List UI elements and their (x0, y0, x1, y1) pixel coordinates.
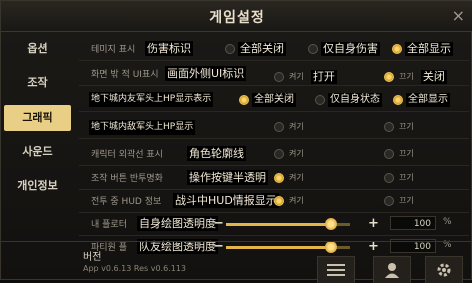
tab-controls[interactable]: 조작 (4, 70, 71, 96)
close-icon[interactable]: × (452, 6, 465, 25)
damage-option-self-only[interactable]: 仅自身伤害 (308, 42, 380, 56)
radio-selected-icon (392, 44, 402, 54)
tab-privacy[interactable]: 개인정보 (4, 173, 71, 199)
self-drawing-increase-button[interactable]: + (368, 216, 379, 231)
offscreen-ui-row: 화면 밖 적 UI표시 画面外侧UI标识 켜기 打开 끄기 关闭 (79, 63, 469, 86)
gear-icon[interactable] (425, 256, 463, 283)
radio-icon (315, 95, 325, 105)
offscreen-ui-label: 화면 밖 적 UI표시 (91, 70, 159, 80)
dungeon-ally-hp-row: 地下城内友军头上HP显示表示 全部关闭 仅自身状态 全部显示 (79, 89, 469, 112)
battle-hud-overlay: 战斗中HUD情报显示 (173, 193, 279, 208)
radio-selected-icon (239, 95, 249, 105)
ally-hp-all-show[interactable]: 全部显示 (393, 93, 450, 107)
damage-option-all-off[interactable]: 全部关闭 (225, 42, 286, 56)
damage-display-row: 테미지 표시 伤害标识 全部关闭 仅自身伤害 全部显示 (79, 38, 469, 61)
battle-hud-on[interactable]: 켜기 (274, 194, 306, 208)
option-label: 打开 (310, 69, 337, 84)
battle-hud-off[interactable]: 끄기 (384, 194, 416, 208)
user-icon[interactable] (373, 256, 411, 283)
offscreen-ui-on[interactable]: 켜기 打开 (274, 67, 337, 86)
radio-selected-icon (274, 173, 284, 183)
option-label: 全部显示 (406, 93, 450, 107)
self-drawing-label: 내 플로터 (91, 220, 127, 230)
outline-off[interactable]: 끄기 (384, 147, 416, 161)
damage-option-all-show[interactable]: 全部显示 (392, 42, 453, 56)
percent-unit: % (443, 217, 452, 227)
option-label: 끄기 (399, 196, 414, 205)
option-sub-label: 끄기 (399, 71, 414, 81)
tab-graphics[interactable]: 그래픽 (4, 105, 71, 131)
radio-icon (384, 122, 394, 132)
button-transparency-row: 조작 버튼 반투명화 操作按键半透明 켜기 끄기 (79, 167, 469, 190)
option-sub-label: 켜기 (289, 71, 304, 81)
version-title: 버전 (83, 252, 102, 263)
ally-hp-self-only[interactable]: 仅自身状态 (315, 93, 382, 107)
dungeon-enemy-hp-overlay: 地下城内敌军头上HP显示 (89, 120, 196, 135)
radio-icon (225, 44, 235, 54)
battle-hud-label: 전투 중 HUD 정보 (91, 197, 162, 207)
list-icon[interactable] (317, 256, 355, 283)
radio-icon (274, 149, 284, 159)
enemy-hp-off[interactable]: 끄기 (384, 120, 416, 134)
self-drawing-slider[interactable] (226, 218, 350, 230)
self-drawing-decrease-button[interactable]: − (213, 216, 224, 231)
dungeon-enemy-hp-row: 地下城内敌军头上HP显示 켜기 끄기 (79, 116, 469, 139)
dungeon-ally-hp-overlay: 地下城内友军头上HP显示表示 (89, 92, 214, 107)
slider-fill (226, 223, 332, 226)
option-label: 끄기 (399, 122, 414, 131)
settings-window: 게임설정 × 옵션 조작 그래픽 사운드 개인정보 테미지 표시 伤害标识 全部… (0, 0, 472, 283)
graphics-settings-panel: 테미지 표시 伤害标识 全部关闭 仅自身伤害 全部显示 화면 밖 적 UI표시 … (79, 34, 469, 254)
radio-selected-icon (384, 71, 394, 82)
self-drawing-overlay: 自身绘图透明度 (137, 216, 218, 231)
enemy-hp-on[interactable]: 켜기 (274, 120, 306, 134)
option-label: 켜기 (289, 196, 304, 205)
offscreen-ui-overlay: 画面外侧UI标识 (165, 66, 247, 81)
radio-selected-icon (274, 196, 284, 206)
self-drawing-value[interactable]: 100 (390, 216, 436, 230)
version-info: App v0.6.13 Res v0.6.113 (83, 264, 186, 273)
option-label: 켜기 (289, 149, 304, 158)
transparency-on[interactable]: 켜기 (274, 171, 306, 185)
battle-hud-row: 전투 중 HUD 정보 战斗中HUD情报显示 켜기 끄기 (79, 190, 469, 213)
radio-selected-icon (393, 95, 403, 105)
radio-icon (384, 196, 394, 206)
outline-on[interactable]: 켜기 (274, 147, 306, 161)
title-bar: 게임설정 × (1, 1, 472, 32)
option-label: 끄기 (399, 173, 414, 182)
character-outline-overlay: 角色轮廓线 (187, 146, 246, 161)
radio-icon (274, 71, 284, 82)
self-drawing-row: 내 플로터 自身绘图透明度 − + 100 % (79, 213, 469, 236)
option-label: 끄기 (399, 149, 414, 158)
transparency-off[interactable]: 끄기 (384, 171, 416, 185)
option-label: 全部显示 (405, 42, 453, 56)
button-transparency-label: 조작 버튼 반투명화 (91, 174, 163, 184)
ally-hp-all-off[interactable]: 全部关闭 (239, 93, 296, 107)
damage-display-label: 테미지 표시 (91, 45, 136, 55)
radio-icon (274, 122, 284, 132)
option-label: 关闭 (420, 69, 447, 84)
character-outline-label: 캐릭터 외곽선 표시 (91, 150, 163, 160)
option-label: 全部关闭 (238, 42, 286, 56)
radio-icon (384, 149, 394, 159)
radio-icon (384, 173, 394, 183)
option-label: 全部关闭 (252, 93, 296, 107)
offscreen-ui-off[interactable]: 끄기 关闭 (384, 67, 447, 86)
character-outline-row: 캐릭터 외곽선 표시 角色轮廓线 켜기 끄기 (79, 143, 469, 166)
tab-sound[interactable]: 사운드 (4, 139, 71, 165)
settings-sidebar: 옵션 조작 그래픽 사운드 개인정보 (1, 34, 73, 204)
option-label: 仅自身状态 (328, 93, 382, 107)
slider-knob[interactable] (325, 218, 338, 230)
option-label: 仅自身伤害 (321, 42, 380, 56)
option-label: 켜기 (289, 122, 304, 131)
damage-display-overlay: 伤害标识 (145, 41, 193, 56)
tab-options[interactable]: 옵션 (4, 36, 71, 62)
button-transparency-overlay: 操作按键半透明 (187, 170, 268, 185)
option-label: 켜기 (289, 173, 304, 182)
radio-icon (308, 44, 318, 54)
settings-footer: 버전 App v0.6.13 Res v0.6.113 (1, 241, 472, 283)
window-title: 게임설정 (209, 10, 265, 26)
